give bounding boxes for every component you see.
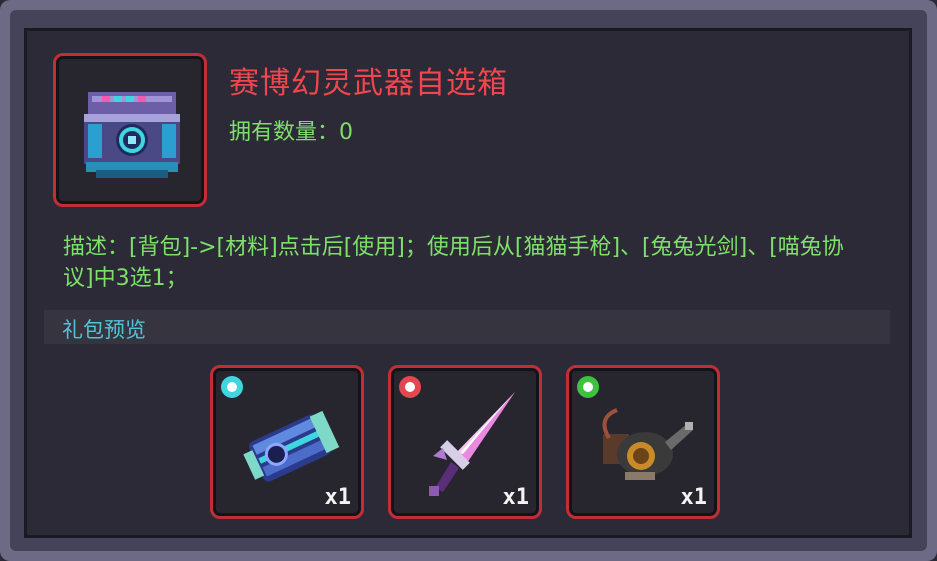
item-quantity: x1 [324, 485, 352, 510]
item-quantity: x1 [502, 485, 530, 510]
item-quantity: x1 [680, 485, 708, 510]
owned-count: 拥有数量：0 [229, 120, 353, 145]
preview-item-slot[interactable]: x1 [566, 365, 720, 519]
preview-section-header: 礼包预览 [44, 310, 890, 344]
item-title: 赛博幻灵武器自选箱 [229, 66, 508, 101]
preview-item-slot[interactable]: x1 [388, 365, 542, 519]
cyber-chest-icon [84, 92, 180, 178]
preview-item-slot[interactable]: x1 [210, 365, 364, 519]
preview-label: 礼包预览 [62, 318, 146, 342]
item-icon-box [53, 53, 207, 207]
item-description: 描述：[背包]->[材料]点击后[使用]；使用后从[猫猫手枪]、[兔兔光剑]、[… [63, 235, 844, 291]
